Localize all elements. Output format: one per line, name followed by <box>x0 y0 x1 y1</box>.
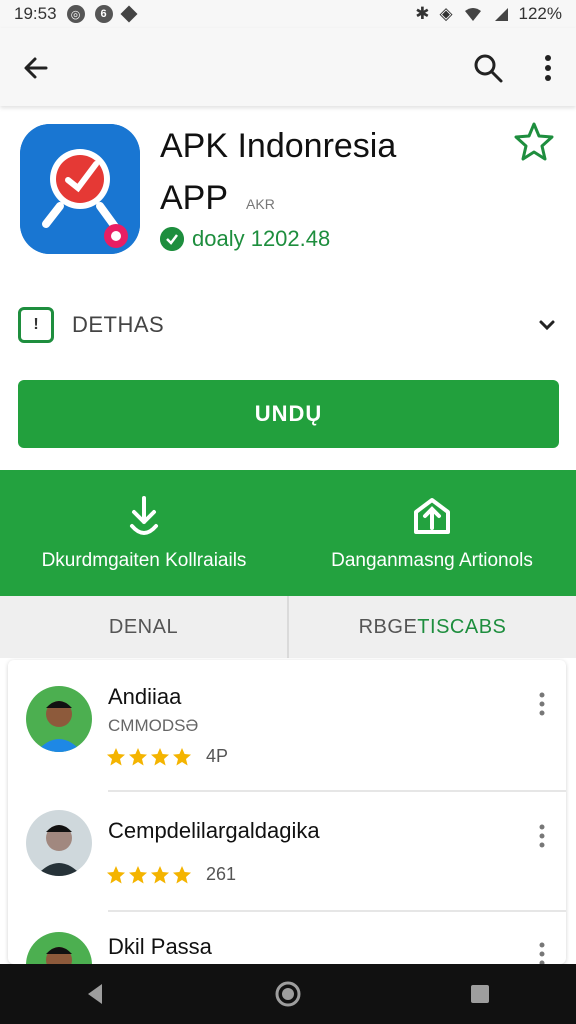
app-bar <box>0 28 576 106</box>
review-item: Cempdelilargaldagika 261 <box>8 792 566 912</box>
action-download[interactable]: Dkurdmgaiten Kollraiails <box>0 470 288 596</box>
app-title-line2: APP <box>160 179 229 217</box>
chevron-down-icon[interactable] <box>536 314 558 336</box>
verified-badge-icon <box>160 227 184 251</box>
search-icon[interactable] <box>470 50 506 86</box>
install-button[interactable]: UNDŲ <box>18 380 559 448</box>
star-filled-icon <box>173 747 191 765</box>
info-icon-glyph: ! <box>33 316 39 333</box>
more-vert-icon[interactable] <box>536 822 548 850</box>
app-title: APK Indonresia APP AKR <box>160 120 460 230</box>
details-label: DETHAS <box>72 312 165 337</box>
arrow-left-icon[interactable] <box>18 50 54 86</box>
review-stars: 261 <box>106 864 236 885</box>
rating-row: doaly 1202.48 <box>160 226 330 252</box>
info-icon: ! <box>18 307 54 343</box>
nav-back-icon[interactable] <box>82 980 110 1008</box>
share-up-icon <box>414 498 450 534</box>
review-item: Andiiaa CMMODSƏ 4P <box>8 660 566 780</box>
actions-panel: Dkurdmgaiten Kollraiails Danganmasng Art… <box>0 470 576 596</box>
tab-reviews[interactable]: RBGE TISCABS <box>287 596 576 658</box>
star-filled-icon <box>173 865 191 883</box>
action-share[interactable]: Danganmasng Artionols <box>288 470 576 596</box>
star-filled-icon <box>151 747 169 765</box>
star-filled-icon <box>107 747 125 765</box>
more-vert-icon[interactable] <box>536 50 560 86</box>
app-title-line1: APK Indonresia <box>160 127 397 165</box>
star-filled-icon <box>129 747 147 765</box>
notification-icon: ◎ <box>66 5 85 23</box>
more-vert-icon[interactable] <box>536 940 548 964</box>
star-filled-icon <box>151 865 169 883</box>
status-left: 19:53 ◎ 6 <box>14 4 138 24</box>
star-outline-icon[interactable] <box>512 120 556 164</box>
app-title-line2-row: APP AKR <box>160 172 460 230</box>
details-row[interactable]: ! DETHAS <box>18 304 558 346</box>
system-nav-bar <box>0 964 576 1024</box>
review-score: 261 <box>206 864 237 884</box>
review-meta: CMMODSƏ <box>108 716 199 735</box>
action-download-label: Dkurdmgaiten Kollraiails <box>41 550 247 571</box>
review-author: Cempdelilargaldagika <box>108 818 320 843</box>
status-right: ✱ ◈ 122% <box>415 4 562 24</box>
app-icon <box>20 124 140 254</box>
status-bar: 19:53 ◎ 6 ✱ ◈ 122% <box>0 0 576 28</box>
action-share-label: Danganmasng Artionols <box>331 550 533 571</box>
wifi-icon <box>464 8 481 21</box>
diamond-icon <box>120 5 138 23</box>
review-item: Dkil Passa <box>8 912 566 964</box>
more-vert-icon[interactable] <box>536 690 548 718</box>
review-score: 4P <box>206 746 229 766</box>
status-time: 19:53 <box>14 4 57 23</box>
rating-text: doaly 1202.48 <box>192 226 331 251</box>
signal-icon <box>494 8 508 21</box>
app-subtitle: AKR <box>246 196 275 212</box>
tab-reviews-label-a: RBGE <box>358 615 418 638</box>
star-filled-icon <box>107 865 125 883</box>
tabs: DENAL RBGE TISCABS <box>0 596 576 658</box>
nav-recents-icon[interactable] <box>466 980 494 1008</box>
avatar <box>26 810 92 876</box>
avatar <box>26 686 92 752</box>
download-icon <box>130 496 158 535</box>
vibrate-icon: ◈ <box>439 4 453 23</box>
review-author: Dkil Passa <box>108 934 212 959</box>
app-logo-icon <box>20 124 140 254</box>
tab-details-label: DENAL <box>108 615 179 638</box>
reviews-card: Andiiaa CMMODSƏ 4P Cempdelilargaldagika … <box>8 660 566 964</box>
notification-icon-2: 6 <box>94 5 113 23</box>
nav-home-icon[interactable] <box>274 980 302 1008</box>
bluetooth-icon: ✱ <box>415 4 430 23</box>
tab-details[interactable]: DENAL <box>0 596 287 658</box>
avatar <box>26 932 92 964</box>
review-stars: 4P <box>106 746 228 767</box>
battery-level: 122% <box>518 4 562 23</box>
tab-reviews-label-b: TISCABS <box>417 615 507 638</box>
review-author: Andiiaa <box>108 684 182 709</box>
star-filled-icon <box>129 865 147 883</box>
